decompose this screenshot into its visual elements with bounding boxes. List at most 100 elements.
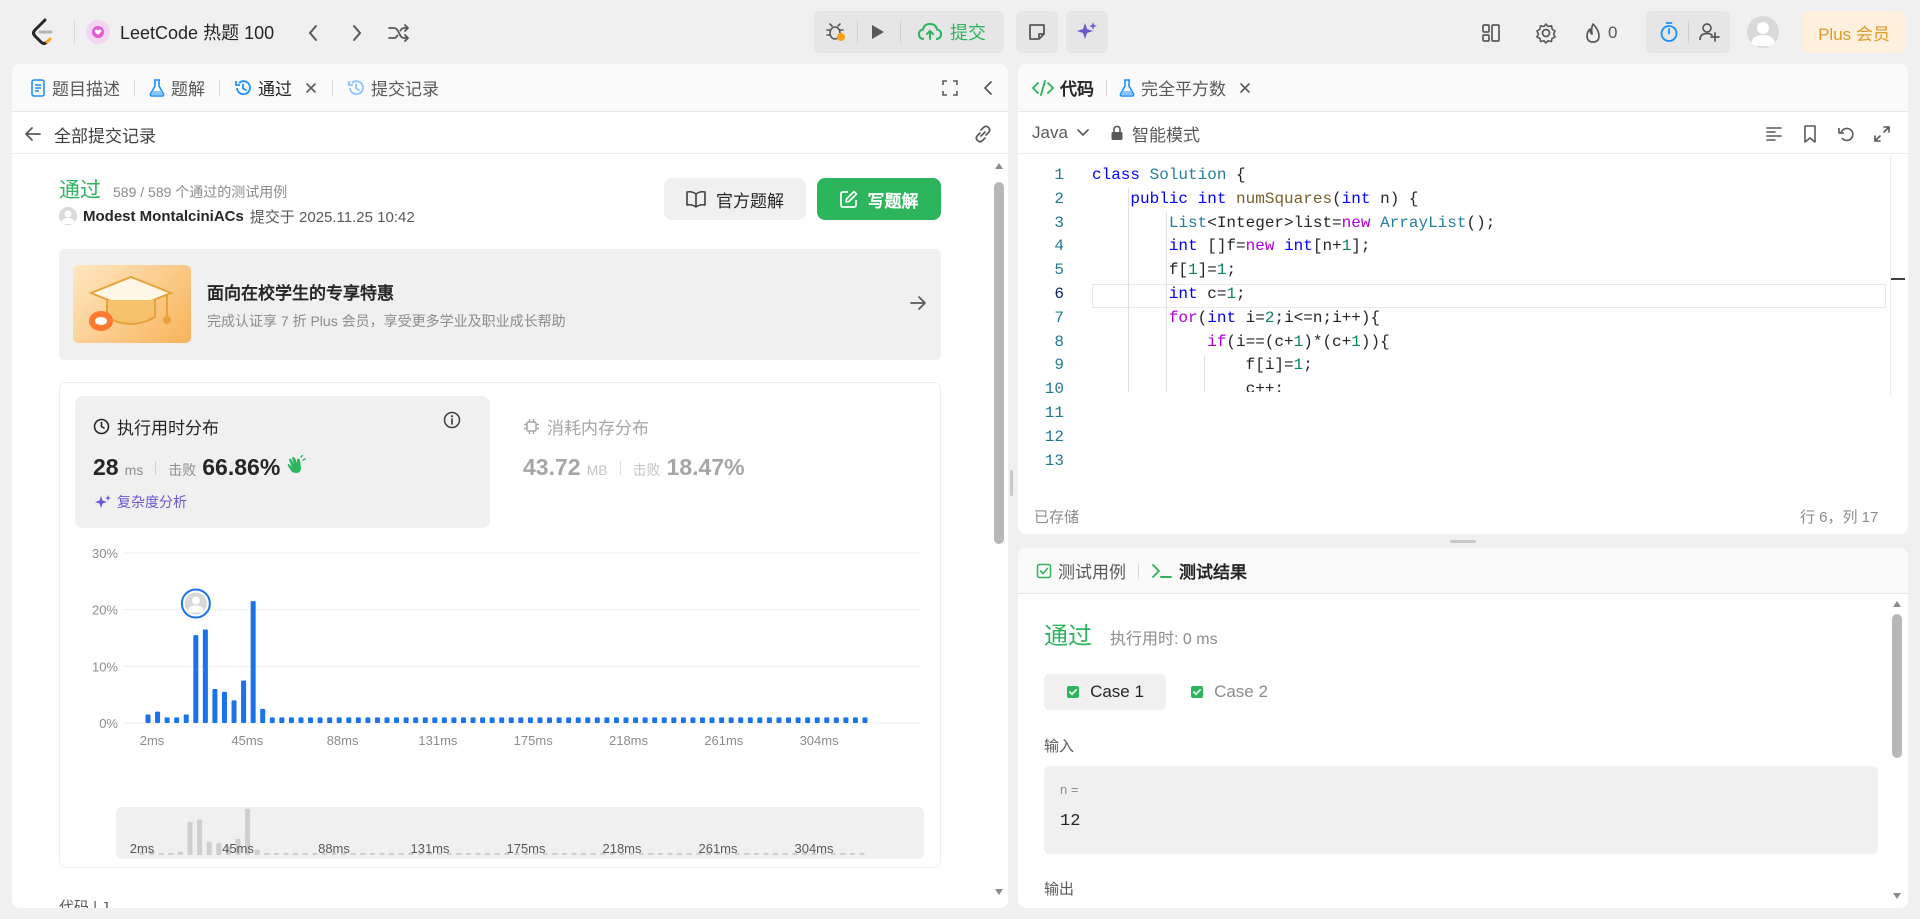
runtime-distribution-chart[interactable]: 30% 20% 10% 0% 2ms 45ms 88ms 131ms 175ms 218ms 26… xyxy=(60,539,940,779)
histogram-bar[interactable] xyxy=(747,717,753,723)
histogram-bar[interactable] xyxy=(365,717,371,723)
tab-submissions[interactable]: 提交记录 xyxy=(347,64,439,111)
ai-assistant-button[interactable] xyxy=(1066,11,1108,53)
collapse-button[interactable] xyxy=(976,76,1000,100)
histogram-bar[interactable] xyxy=(155,711,161,723)
histogram-bar[interactable] xyxy=(757,717,763,723)
histogram-bar[interactable] xyxy=(145,714,151,724)
test-scrollbar[interactable] xyxy=(1890,598,1904,904)
histogram-bar[interactable] xyxy=(174,717,180,723)
runtime-card[interactable]: 执行用时分布 28 ms 击败 66.86% 复杂度分析 xyxy=(75,396,490,528)
histogram-bar[interactable] xyxy=(862,717,868,723)
scrollbar-thumb[interactable] xyxy=(994,182,1004,544)
histogram-bar[interactable] xyxy=(613,717,619,723)
histogram-bar[interactable] xyxy=(728,717,734,723)
vertical-splitter-handle[interactable] xyxy=(1010,470,1013,496)
histogram-bar[interactable] xyxy=(432,717,438,723)
histogram-bar[interactable] xyxy=(604,717,610,723)
back-to-all-submissions[interactable]: 全部提交记录 xyxy=(24,122,156,146)
histogram-bar[interactable] xyxy=(824,717,830,723)
submit-button[interactable]: 提交 xyxy=(904,15,1000,49)
tab-testcases[interactable]: 测试用例 xyxy=(1036,548,1126,593)
histogram-bar[interactable] xyxy=(738,717,744,723)
histogram-bar[interactable] xyxy=(279,717,285,723)
memory-card[interactable]: 消耗内存分布 43.72 MB 击败 18.47% xyxy=(505,396,920,528)
horizontal-splitter-handle[interactable] xyxy=(1450,540,1476,543)
histogram-bar[interactable] xyxy=(193,635,199,723)
histogram-bar[interactable] xyxy=(852,717,858,723)
histogram-bar[interactable] xyxy=(719,717,725,723)
histogram-bar[interactable] xyxy=(260,708,266,723)
left-scrollbar[interactable] xyxy=(992,158,1006,902)
layout-button[interactable] xyxy=(1478,20,1504,46)
histogram-bar[interactable] xyxy=(422,717,428,723)
histogram-bar[interactable] xyxy=(518,717,524,723)
histogram-bar[interactable] xyxy=(633,717,639,723)
plus-member-button[interactable]: Plus 会员 xyxy=(1802,11,1906,53)
histogram-bar[interactable] xyxy=(308,717,314,723)
info-icon[interactable] xyxy=(443,411,461,429)
language-select[interactable]: Java xyxy=(1032,121,1090,145)
histogram-bar[interactable] xyxy=(786,717,792,723)
run-button[interactable] xyxy=(860,15,896,49)
histogram-bar[interactable] xyxy=(776,717,782,723)
histogram-bar[interactable] xyxy=(470,717,476,723)
invite-button[interactable] xyxy=(1692,15,1726,49)
fullscreen-button[interactable] xyxy=(1870,122,1894,146)
next-problem-button[interactable] xyxy=(344,20,370,46)
histogram-bar[interactable] xyxy=(441,717,447,723)
histogram-bar[interactable] xyxy=(317,717,323,723)
histogram-bar[interactable] xyxy=(805,717,811,723)
close-icon[interactable] xyxy=(1238,81,1252,95)
write-solution-button[interactable]: 写题解 xyxy=(817,178,941,220)
histogram-bar[interactable] xyxy=(575,717,581,723)
tab-solutions[interactable]: 题解 xyxy=(149,64,205,111)
random-problem-button[interactable] xyxy=(386,20,412,46)
histogram-bar[interactable] xyxy=(460,717,466,723)
histogram-bar[interactable] xyxy=(269,717,275,723)
tab-problem-title[interactable]: 完全平方数 xyxy=(1119,64,1252,111)
close-icon[interactable] xyxy=(304,81,318,95)
histogram-bar[interactable] xyxy=(413,717,419,723)
histogram-bar[interactable] xyxy=(556,717,562,723)
histogram-bar[interactable] xyxy=(355,717,361,723)
tab-accepted[interactable]: 通过 xyxy=(234,64,318,111)
streak-counter[interactable]: 0 xyxy=(1584,20,1617,46)
histogram-bar[interactable] xyxy=(671,717,677,723)
histogram-bar[interactable] xyxy=(327,717,333,723)
case-tab-1[interactable]: Case 1 xyxy=(1044,674,1166,710)
histogram-bar[interactable] xyxy=(241,680,247,724)
histogram-bar[interactable] xyxy=(547,717,553,723)
histogram-bar[interactable] xyxy=(699,717,705,723)
histogram-bar[interactable] xyxy=(346,717,352,723)
editor-scrollbar[interactable] xyxy=(1890,156,1905,396)
timer-button[interactable] xyxy=(1652,15,1686,49)
problem-list-link[interactable]: LeetCode 热题 100 xyxy=(86,18,274,46)
histogram-bar[interactable] xyxy=(680,717,686,723)
input-box[interactable]: n = 12 xyxy=(1044,766,1878,854)
format-button[interactable] xyxy=(1762,122,1786,146)
tab-test-results[interactable]: 测试结果 xyxy=(1151,548,1247,593)
histogram-bar[interactable] xyxy=(709,717,715,723)
histogram-bar[interactable] xyxy=(843,717,849,723)
histogram-bar[interactable] xyxy=(212,689,218,723)
maximize-button[interactable] xyxy=(938,76,962,100)
histogram-bar[interactable] xyxy=(527,717,533,723)
prev-problem-button[interactable] xyxy=(300,20,326,46)
bookmark-button[interactable] xyxy=(1798,122,1822,146)
histogram-bar[interactable] xyxy=(164,717,170,723)
histogram-bar[interactable] xyxy=(795,717,801,723)
code-editor[interactable]: class Solution { public int numSquares(i… xyxy=(1092,164,1886,392)
histogram-bar[interactable] xyxy=(623,717,629,723)
histogram-bar[interactable] xyxy=(250,601,256,723)
official-solution-button[interactable]: 官方题解 xyxy=(664,178,806,220)
histogram-bar[interactable] xyxy=(499,717,505,723)
chart-range-overview[interactable]: 2ms 45ms 88ms 131ms 175ms 218ms 261ms 304ms xyxy=(116,807,924,859)
histogram-bar[interactable] xyxy=(298,717,304,723)
avatar[interactable] xyxy=(1747,16,1779,48)
histogram-bar[interactable] xyxy=(384,717,390,723)
histogram-bar[interactable] xyxy=(652,717,658,723)
student-promo-banner[interactable]: 面向在校学生的专享特惠 完成认证享 7 折 Plus 会员，享受更多学业及职业成… xyxy=(59,249,941,360)
histogram-bar[interactable] xyxy=(451,717,457,723)
histogram-bar[interactable] xyxy=(508,717,514,723)
